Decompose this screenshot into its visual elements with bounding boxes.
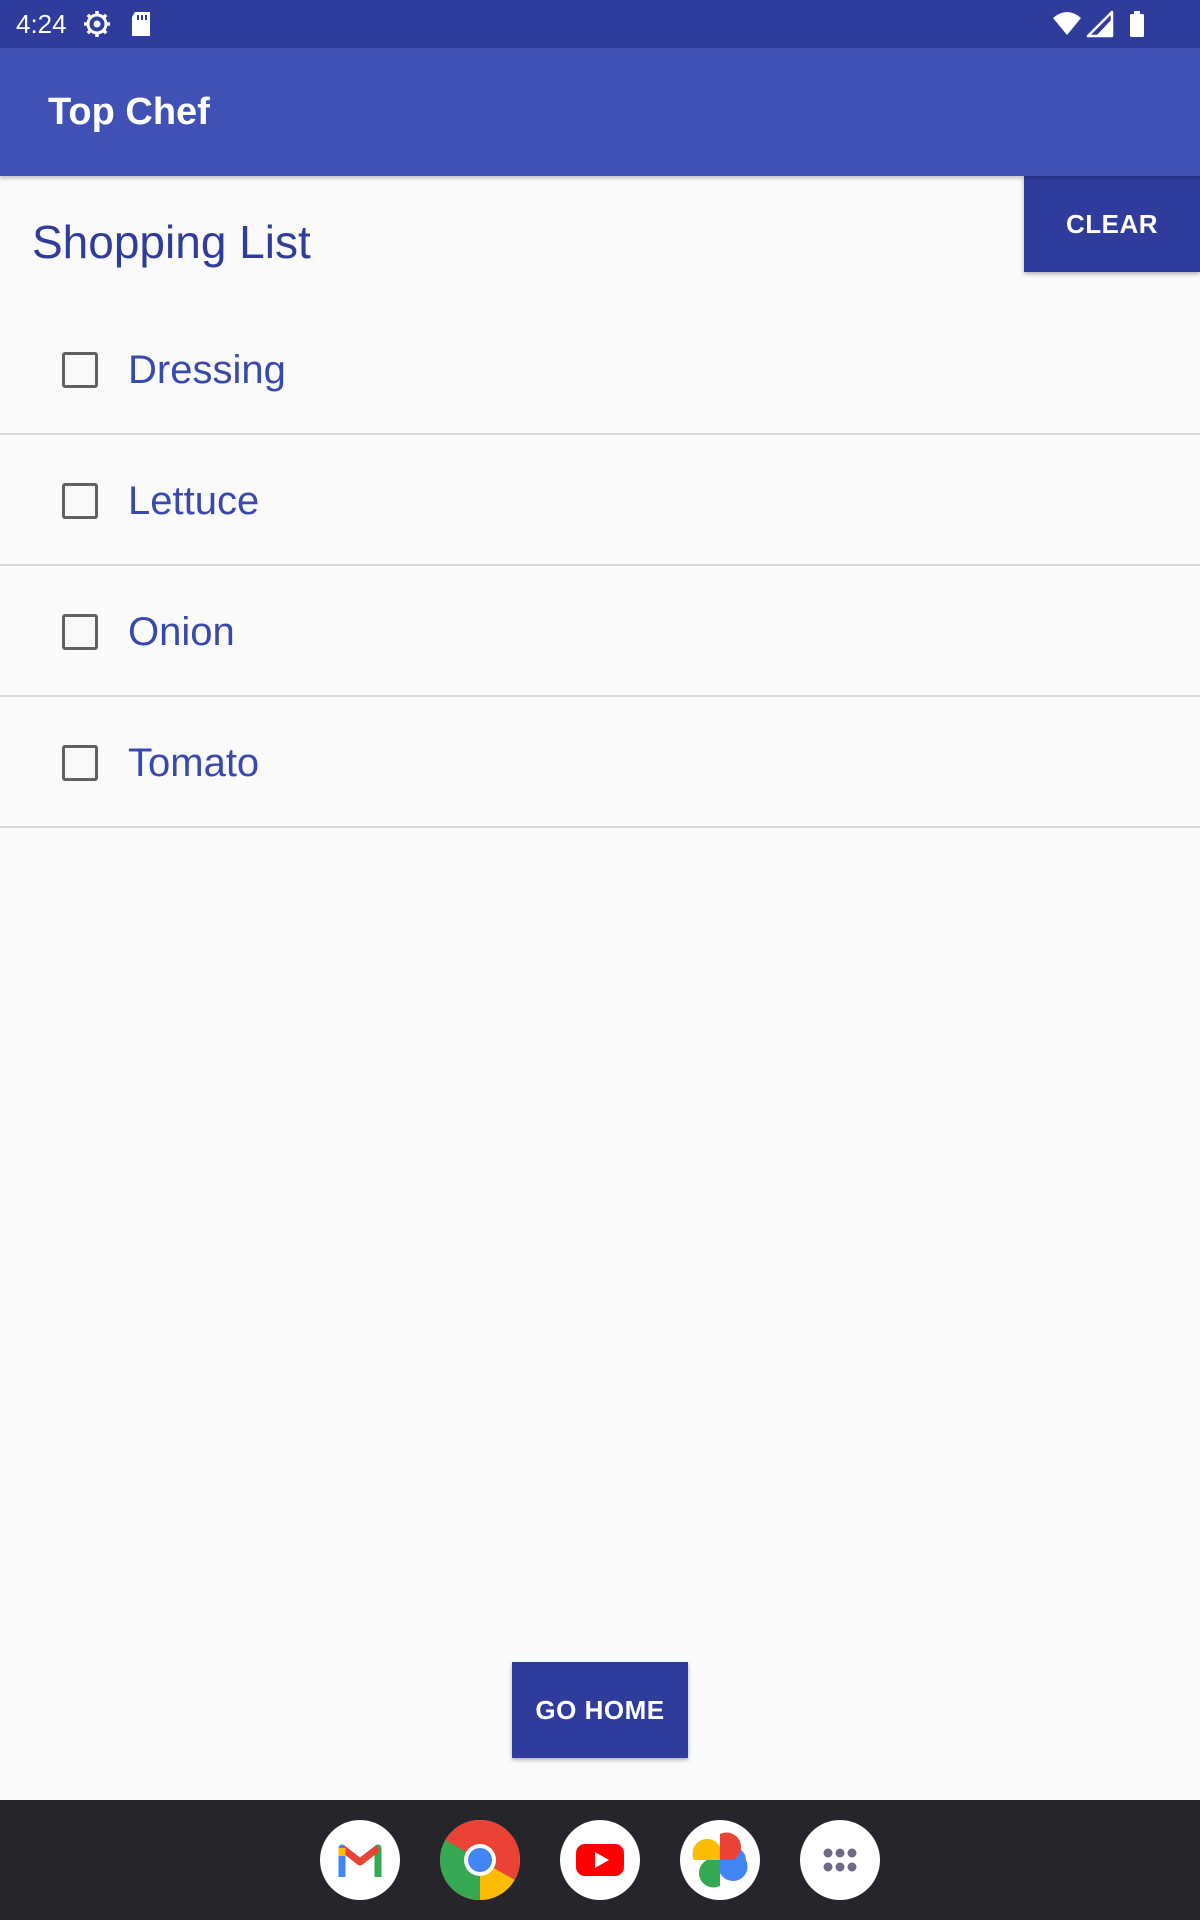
item-label: Dressing xyxy=(128,348,286,392)
list-item[interactable]: Onion xyxy=(0,566,1200,697)
checkbox[interactable] xyxy=(62,745,98,781)
list-item[interactable]: Tomato xyxy=(0,697,1200,828)
status-bar: 4:24 xyxy=(0,0,1200,48)
app-title: Top Chef xyxy=(48,91,210,133)
list-item[interactable]: Dressing xyxy=(0,304,1200,435)
status-time: 4:24 xyxy=(16,9,67,39)
item-label: Tomato xyxy=(128,741,260,785)
photos-icon[interactable] xyxy=(680,1820,760,1900)
app-bar: Top Chef xyxy=(0,48,1200,176)
wifi-icon xyxy=(1052,9,1082,39)
clear-button[interactable]: CLEAR xyxy=(1024,176,1200,272)
page-title: Shopping List xyxy=(32,216,311,268)
shopping-list: Dressing Lettuce Onion Tomato xyxy=(0,304,1200,828)
checkbox[interactable] xyxy=(62,483,98,519)
checkbox[interactable] xyxy=(62,614,98,650)
dock xyxy=(0,1800,1200,1920)
list-item[interactable]: Lettuce xyxy=(0,435,1200,566)
battery-icon xyxy=(1122,9,1152,39)
chrome-icon[interactable] xyxy=(440,1820,520,1900)
checkbox[interactable] xyxy=(62,352,98,388)
app-drawer-icon[interactable] xyxy=(800,1820,880,1900)
go-home-button[interactable]: GO HOME xyxy=(512,1662,688,1758)
item-label: Lettuce xyxy=(128,479,260,523)
youtube-icon[interactable] xyxy=(560,1820,640,1900)
gmail-icon[interactable] xyxy=(320,1820,400,1900)
sd-card-icon xyxy=(126,9,156,39)
item-label: Onion xyxy=(128,610,235,654)
cell-signal-icon xyxy=(1086,9,1116,39)
settings-gear-icon xyxy=(82,9,112,39)
